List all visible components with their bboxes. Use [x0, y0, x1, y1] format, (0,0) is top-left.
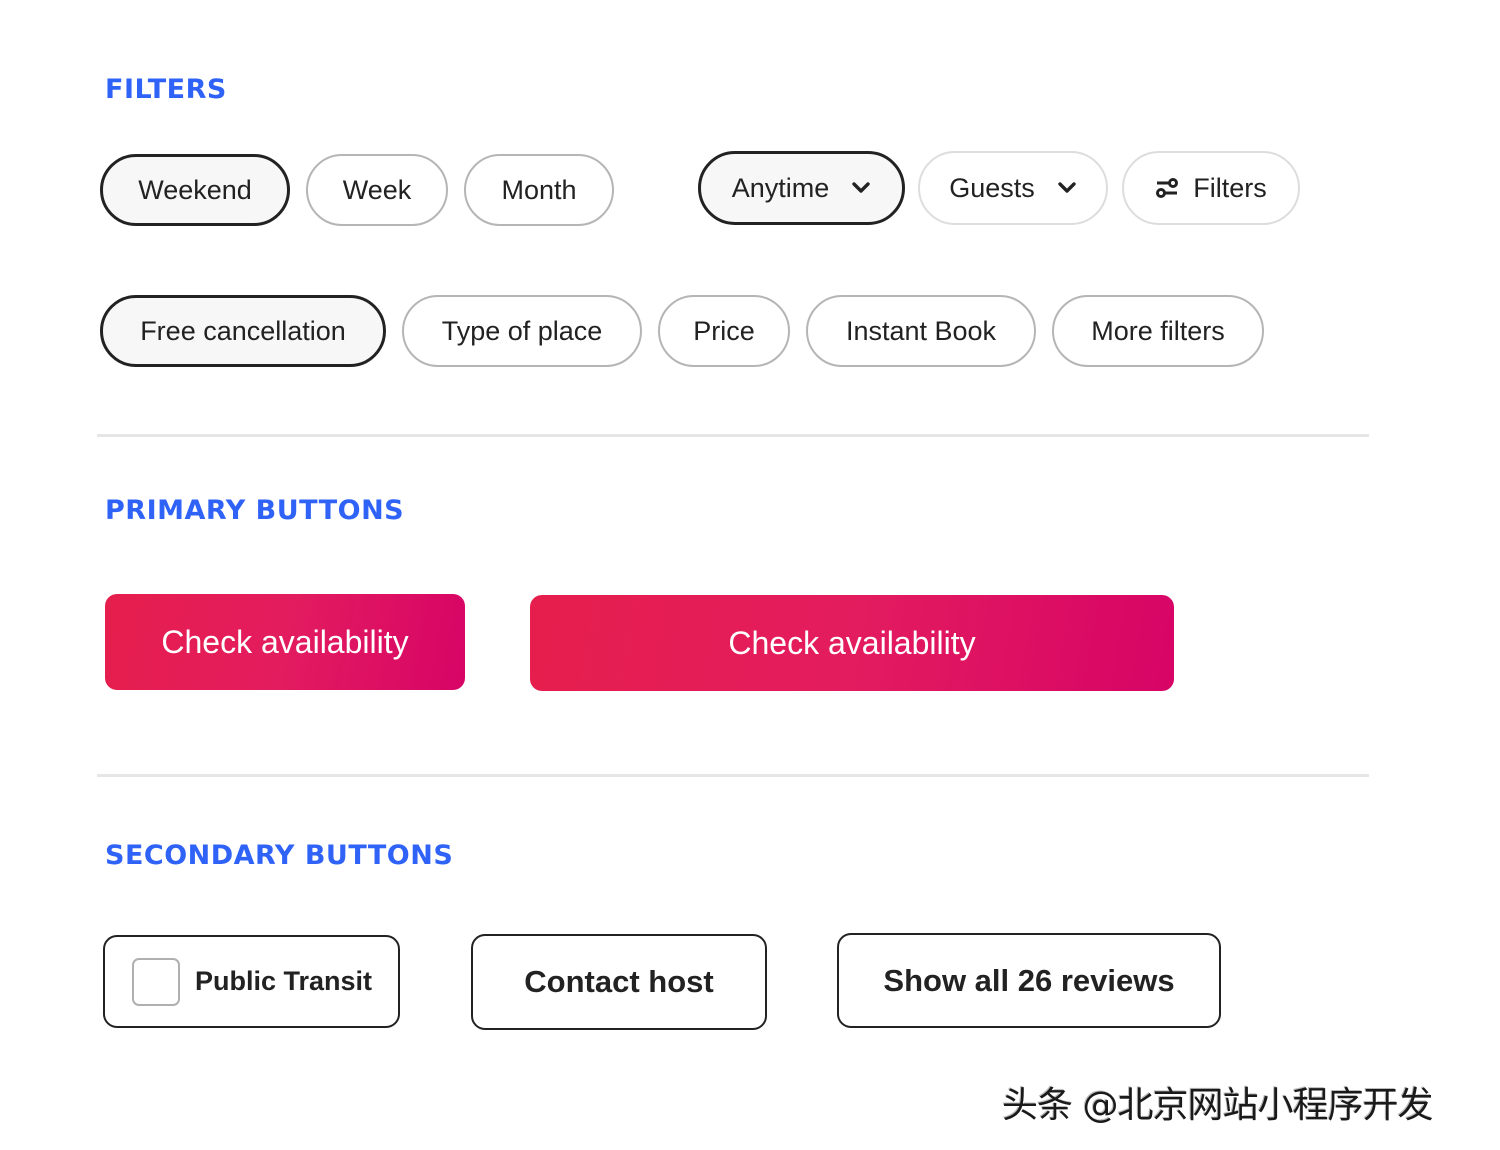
contact-host-button[interactable]: Contact host	[471, 934, 767, 1030]
dropdown-label: Guests	[949, 172, 1035, 203]
pill-label: Month	[501, 174, 577, 205]
filters-button[interactable]: Filters	[1122, 151, 1300, 225]
checkbox-label: Public Transit	[195, 966, 373, 996]
filters-section-title: FILTERS	[105, 74, 227, 105]
check-availability-button[interactable]: Check availability	[105, 594, 465, 690]
secondary-buttons-section-title: SECONDARY BUTTONS	[105, 840, 454, 871]
filter-pill-free-cancellation[interactable]: Free cancellation	[100, 295, 386, 367]
pill-label: Free cancellation	[140, 315, 346, 346]
sliders-icon	[1156, 178, 1179, 198]
pill-label: Type of place	[441, 315, 603, 346]
checkbox[interactable]	[132, 957, 180, 1006]
section-divider	[97, 434, 1369, 437]
filter-pill-weekend[interactable]: Weekend	[100, 154, 290, 226]
filter-pill-instant-book[interactable]: Instant Book	[806, 295, 1036, 367]
pill-label: More filters	[1091, 315, 1225, 346]
filters-button-label: Filters	[1193, 172, 1267, 203]
filter-pill-month[interactable]: Month	[464, 154, 614, 226]
button-label: Check availability	[161, 623, 409, 660]
filter-pill-week[interactable]: Week	[306, 154, 448, 226]
chevron-down-icon	[1058, 182, 1076, 193]
filter-pill-price[interactable]: Price	[658, 295, 790, 367]
pill-label: Instant Book	[845, 315, 997, 346]
anytime-dropdown[interactable]: Anytime	[698, 151, 905, 225]
chevron-down-icon	[852, 182, 870, 193]
guests-dropdown[interactable]: Guests	[918, 151, 1108, 225]
show-all-reviews-button[interactable]: Show all 26 reviews	[837, 933, 1221, 1028]
primary-buttons-section-title: PRIMARY BUTTONS	[105, 495, 405, 526]
check-availability-button-wide[interactable]: Check availability	[530, 595, 1174, 691]
filter-pill-type-of-place[interactable]: Type of place	[402, 295, 642, 367]
watermark: 头条 @北京网站小程序开发	[1002, 1085, 1433, 1126]
button-label: Contact host	[524, 964, 714, 999]
pill-label: Weekend	[138, 174, 252, 205]
button-label: Show all 26 reviews	[883, 962, 1175, 998]
pill-label: Price	[693, 315, 755, 346]
dropdown-label: Anytime	[731, 172, 830, 203]
filter-pill-more-filters[interactable]: More filters	[1052, 295, 1264, 367]
pill-label: Week	[342, 174, 412, 205]
public-transit-checkbox-button[interactable]: Public Transit	[103, 935, 400, 1028]
section-divider	[97, 774, 1369, 777]
button-label: Check availability	[728, 624, 976, 661]
